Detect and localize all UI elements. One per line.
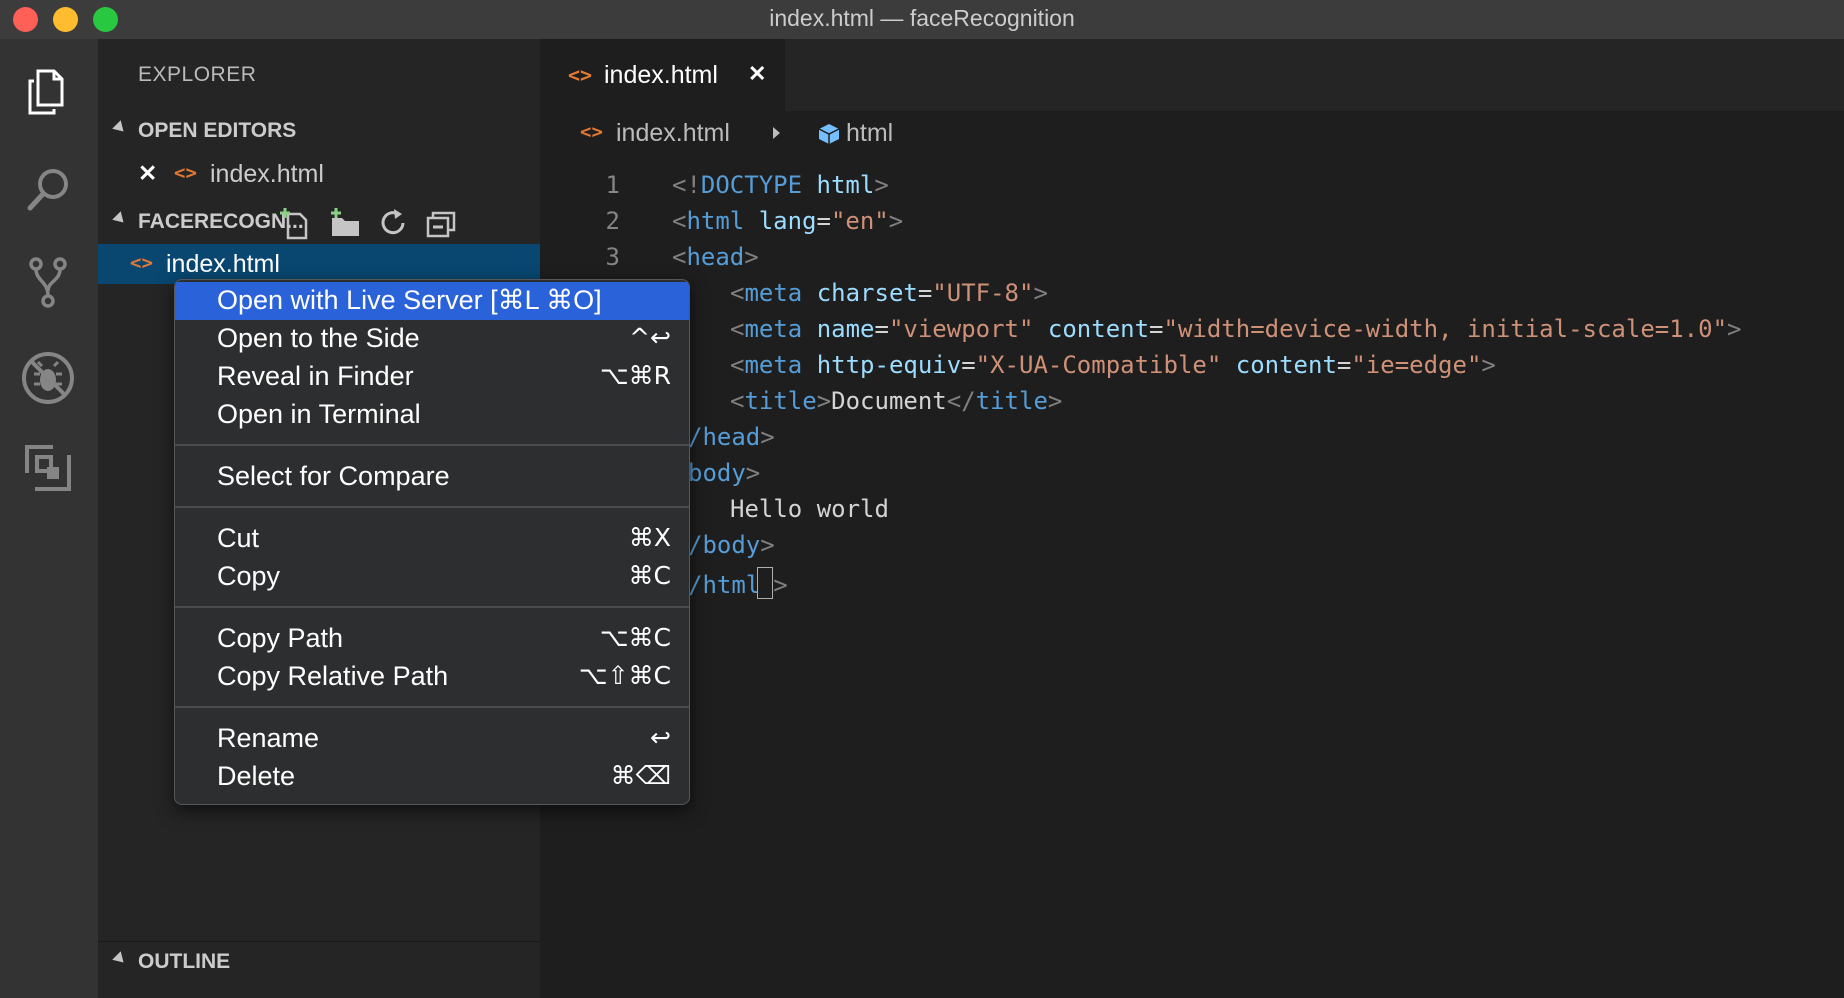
open-editors-header[interactable]: OPEN EDITORS — [98, 111, 540, 151]
line-number: 3 — [605, 243, 620, 271]
line-number: 1 — [605, 171, 620, 199]
html-file-icon: <> — [174, 162, 197, 184]
text-cursor — [757, 567, 774, 599]
code-line: <title>Document</title> — [730, 387, 1063, 415]
html-file-icon: <> — [580, 121, 603, 143]
tab-index-html[interactable]: <> index.html ✕ — [540, 39, 785, 111]
close-icon[interactable]: ✕ — [748, 61, 766, 87]
context-menu: Open with Live Server [⌘L ⌘O] Open to th… — [174, 279, 690, 805]
activity-bar — [0, 39, 98, 998]
open-editors-label: OPEN EDITORS — [138, 119, 297, 142]
collapse-all-icon[interactable] — [424, 206, 458, 240]
files-icon[interactable] — [17, 61, 79, 123]
menu-separator — [175, 606, 689, 608]
menu-item-select-for-compare[interactable]: Select for Compare — [175, 458, 689, 496]
chevron-right-icon — [773, 127, 780, 139]
menu-item-open-with-live-server[interactable]: Open with Live Server [⌘L ⌘O] — [175, 282, 689, 320]
tab-bar: <> index.html ✕ — [540, 39, 1844, 111]
chevron-down-icon — [112, 211, 128, 227]
refresh-icon[interactable] — [376, 206, 410, 240]
breadcrumb-file[interactable]: index.html — [616, 119, 730, 148]
code-line: <meta http-equiv="X-UA-Compatible" conte… — [730, 351, 1496, 379]
menu-item-delete[interactable]: Delete ⌘⌫ — [175, 758, 689, 796]
window-title: index.html — faceRecognition — [769, 5, 1075, 31]
new-file-icon[interactable] — [278, 206, 312, 240]
menu-separator — [175, 444, 689, 446]
outline-label: OUTLINE — [138, 950, 231, 973]
code-line: <meta charset="UTF-8"> — [730, 279, 1048, 307]
code-line: <meta name="viewport" content="width=dev… — [730, 315, 1742, 343]
folder-header[interactable]: FACERECOGN... — [98, 202, 540, 242]
menu-item-open-to-the-side[interactable]: Open to the Side ^↩ — [175, 320, 689, 358]
editor-area: <> index.html ✕ <> index.html html 1 2 3… — [540, 39, 1844, 998]
code-line: Hello world — [730, 495, 889, 523]
debug-icon[interactable] — [17, 347, 79, 409]
code-line: <head> — [672, 243, 759, 271]
search-icon[interactable] — [17, 159, 79, 221]
html-file-icon: <> — [568, 63, 593, 87]
open-editor-name: index.html — [210, 160, 324, 188]
menu-item-open-in-terminal[interactable]: Open in Terminal — [175, 396, 689, 434]
menu-separator — [175, 506, 689, 508]
code-line: /body> — [688, 531, 775, 559]
cube-icon — [818, 124, 840, 144]
code-line: /html > — [688, 567, 788, 599]
outline-header[interactable]: OUTLINE — [98, 941, 540, 982]
breadcrumb-symbol[interactable]: html — [846, 119, 893, 148]
chevron-down-icon — [112, 120, 128, 136]
title-bar: index.html — faceRecognition — [0, 0, 1844, 39]
code-line: <!DOCTYPE html> — [672, 171, 889, 199]
file-item-index-html[interactable]: <> index.html — [98, 244, 540, 284]
sidebar-title: EXPLORER — [138, 63, 257, 86]
menu-item-copy[interactable]: Copy ⌘C — [175, 558, 689, 596]
tab-label: index.html — [604, 61, 718, 89]
menu-item-reveal-in-finder[interactable]: Reveal in Finder ⌥⌘R — [175, 358, 689, 396]
chevron-down-icon — [112, 951, 128, 967]
source-control-icon[interactable] — [17, 251, 79, 313]
new-folder-icon[interactable] — [328, 206, 362, 240]
open-editor-item[interactable]: ✕ <> index.html — [98, 156, 540, 196]
close-icon[interactable]: ✕ — [138, 160, 157, 187]
menu-item-cut[interactable]: Cut ⌘X — [175, 520, 689, 558]
menu-separator — [175, 706, 689, 708]
extensions-icon[interactable] — [17, 437, 79, 499]
code-line: <html lang="en"> — [672, 207, 904, 235]
code-line: /head> — [688, 423, 775, 451]
html-file-icon: <> — [130, 252, 153, 274]
file-name: index.html — [166, 250, 280, 278]
menu-item-copy-relative-path[interactable]: Copy Relative Path ⌥⇧⌘C — [175, 658, 689, 696]
menu-item-copy-path[interactable]: Copy Path ⌥⌘C — [175, 620, 689, 658]
menu-item-rename[interactable]: Rename ↩ — [175, 720, 689, 758]
code-line: body> — [688, 459, 761, 487]
line-number: 2 — [605, 207, 620, 235]
